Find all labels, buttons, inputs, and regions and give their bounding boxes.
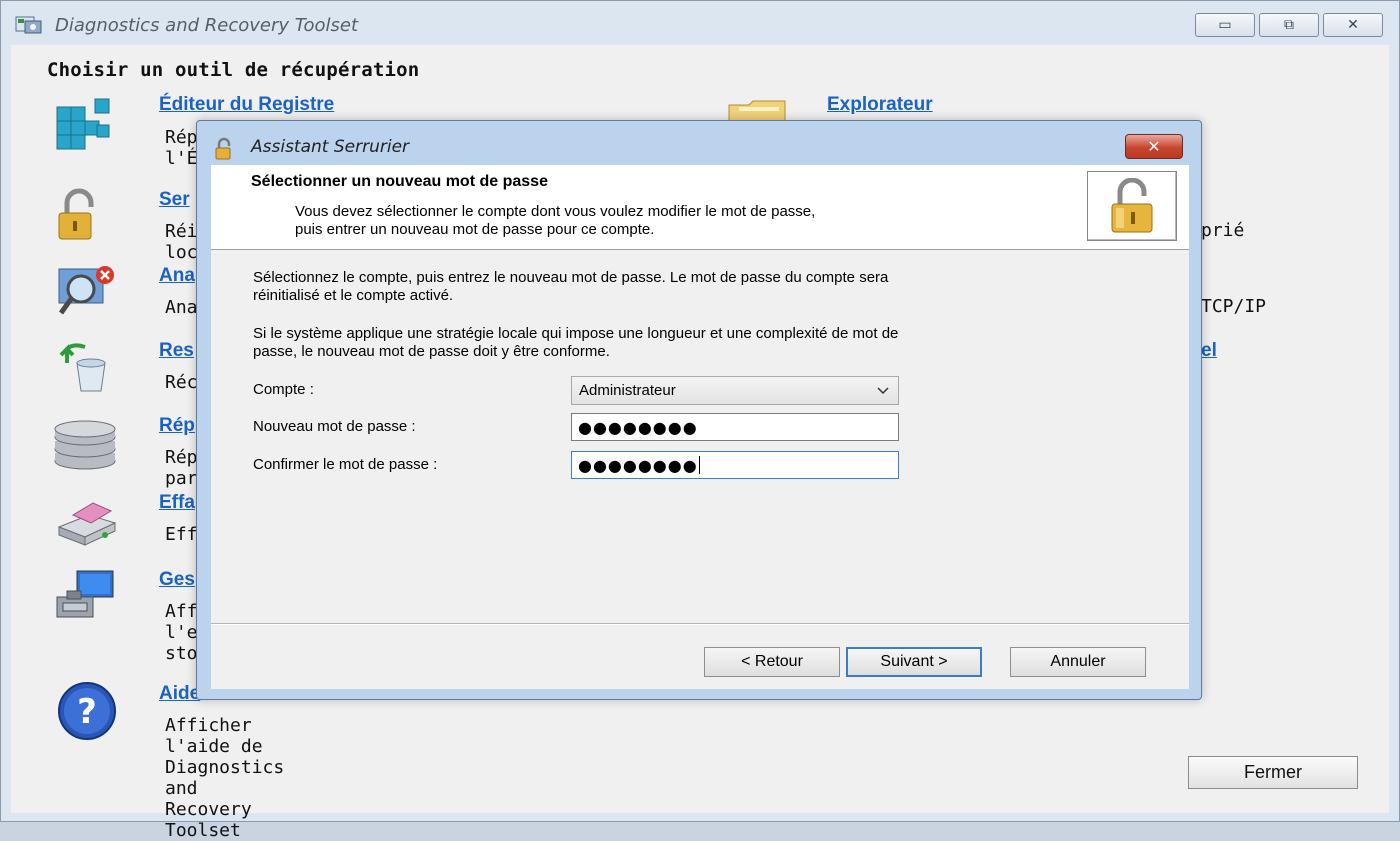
- disk-eraser-icon: [57, 502, 117, 546]
- intro-line2: réinitialisé et le compte activé.: [253, 287, 454, 304]
- back-button[interactable]: < Retour: [704, 647, 840, 677]
- right-desc-2: TCP/IP: [1201, 296, 1267, 317]
- wizard-subtitle-line1: Vous devez sélectionner le compte dont v…: [295, 203, 816, 220]
- computer-management-link[interactable]: Ges: [159, 569, 195, 591]
- magnifier-error-icon: [58, 266, 114, 315]
- policy-line2: passe, le nouveau mot de passe doit y êt…: [253, 343, 610, 360]
- window-title: Diagnostics and Recovery Toolset: [55, 15, 359, 36]
- close-button[interactable]: Fermer: [1188, 756, 1358, 789]
- close-icon: ✕: [1347, 17, 1359, 33]
- chevron-down-icon: [877, 387, 889, 395]
- crash-analyzer-desc: Ana: [165, 297, 198, 318]
- dialog-title-bar[interactable]: Assistant Serrurier ✕: [197, 121, 1201, 167]
- right-link-3[interactable]: el: [1201, 340, 1217, 362]
- disk-stack-icon: [54, 420, 116, 470]
- app-icon: [15, 16, 42, 34]
- new-password-label: Nouveau mot de passe :: [253, 418, 416, 435]
- policy-line1: Si le système applique une stratégie loc…: [253, 325, 899, 342]
- wizard-step-title: Sélectionner un nouveau mot de passe: [251, 173, 548, 190]
- account-label: Compte :: [253, 381, 314, 398]
- explorer-link[interactable]: Explorateur: [827, 94, 933, 116]
- new-password-input[interactable]: ●●●●●●●●: [571, 413, 899, 441]
- intro-text: Sélectionnez le compte, puis entrez le n…: [253, 269, 888, 305]
- help-desc: Afficher l'aide de Diagnostics and Recov…: [165, 715, 285, 841]
- disk-commander-desc: Rép par: [165, 447, 198, 489]
- padlock-open-icon: [1111, 178, 1153, 233]
- recycle-bin-restore-icon: [59, 343, 106, 392]
- padlock-icon: [215, 137, 231, 160]
- right-desc-1: prié: [1201, 220, 1245, 241]
- padlock-icon: [58, 188, 94, 240]
- wizard-step-subtitle: Vous devez sélectionner le compte dont v…: [295, 203, 815, 239]
- help-link[interactable]: Aide: [159, 683, 200, 705]
- wizard-subtitle-line2: puis entrer un nouveau mot de passe pour…: [295, 221, 655, 238]
- registry-editor-link[interactable]: Éditeur du Registre: [159, 94, 334, 116]
- computer-management-icon: [56, 570, 114, 618]
- wizard-header-image: [1087, 171, 1177, 241]
- account-select-value: Administrateur: [579, 382, 676, 399]
- disk-wipe-link[interactable]: Effa: [159, 492, 195, 514]
- locksmith-wizard-dialog: Assistant Serrurier ✕ Sélectionner un no…: [196, 120, 1202, 700]
- close-window-button[interactable]: ✕: [1323, 13, 1383, 37]
- maximize-button[interactable]: ⧉: [1259, 13, 1319, 37]
- policy-text: Si le système applique une stratégie loc…: [253, 325, 898, 361]
- help-icon: ?: [58, 682, 116, 740]
- minimize-icon: ▭: [1218, 17, 1232, 33]
- new-password-value: ●●●●●●●●: [578, 417, 698, 437]
- dialog-title: Assistant Serrurier: [251, 137, 410, 157]
- restore-icon: ⧉: [1284, 17, 1294, 33]
- button-separator: [211, 623, 1189, 625]
- wizard-header: Sélectionner un nouveau mot de passe Vou…: [211, 165, 1189, 250]
- crash-analyzer-link[interactable]: Ana: [159, 265, 195, 287]
- page-title: Choisir un outil de récupération: [47, 59, 420, 81]
- svg-text:?: ?: [77, 692, 97, 732]
- disk-commander-link[interactable]: Rép: [159, 415, 195, 437]
- folder-explorer-icon: [728, 100, 786, 121]
- minimize-button[interactable]: ▭: [1195, 13, 1255, 37]
- locksmith-link[interactable]: Ser: [159, 189, 190, 211]
- file-restore-link[interactable]: Res: [159, 340, 194, 362]
- account-select[interactable]: Administrateur: [571, 376, 899, 405]
- next-button[interactable]: Suivant >: [846, 647, 982, 677]
- confirm-password-label: Confirmer le mot de passe :: [253, 456, 438, 473]
- file-restore-desc: Réc: [165, 372, 198, 393]
- dialog-close-button[interactable]: ✕: [1125, 134, 1183, 159]
- confirm-password-value: ●●●●●●●●: [578, 455, 698, 475]
- cancel-button[interactable]: Annuler: [1010, 647, 1146, 677]
- close-icon: ✕: [1147, 137, 1161, 156]
- registry-cubes-icon: [56, 98, 110, 150]
- text-caret: [698, 456, 700, 474]
- intro-line1: Sélectionnez le compte, puis entrez le n…: [253, 269, 889, 286]
- confirm-password-input[interactable]: ●●●●●●●●: [571, 451, 899, 479]
- title-bar[interactable]: Diagnostics and Recovery Toolset ▭ ⧉ ✕: [1, 1, 1399, 45]
- dialog-client-area: Sélectionner un nouveau mot de passe Vou…: [211, 165, 1189, 689]
